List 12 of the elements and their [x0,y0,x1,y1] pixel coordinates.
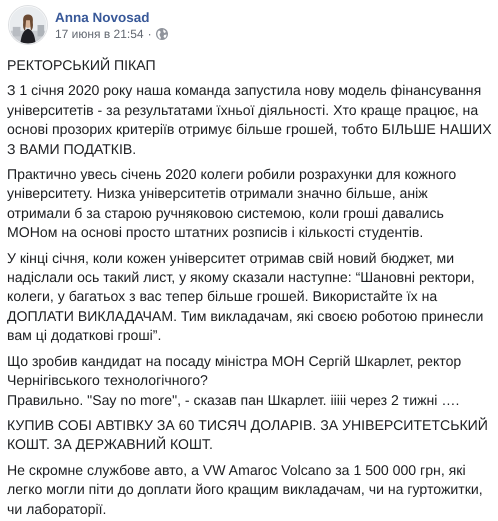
post-text: Правильно. "Say no more", - сказав пан Шкарлет. ііііі через 2 тижні …. [7,390,460,410]
post-text: РЕКТОРСЬКИЙ ПІКАП [7,56,157,75]
post-text: У кінці січня, коли кожен університет отримав свій новий бюджет, ми надіслали ось такий лист, у якому сказали наступне: “Шановні ректори, колеги, у багатьох з вас тепер більше грошей. Використайте їх на ДОПЛАТИ ВИКЛАДАЧАМ. Тим викладачам, які своєю роботою принесли вам ці додаткові гроші”. [7,248,484,346]
post-text: Що зробив кандидат на посаду міністра МОН Сергій Шкарлет, ректор Чернігівського технологічного? [7,352,462,390]
post-text: КУПИВ СОБІ АВТІВКУ ЗА 60 ТИСЯЧ ДОЛАРІВ. ЗА УНІВЕРСИТЕТСЬКИЙ КОШТ. ЗА ДЕРЖАВНИЙ КОШТ. [7,416,489,454]
separator-dot: · [148,27,152,41]
post-timestamp[interactable]: 17 июня в 21:54 [55,27,144,41]
post-text: Практично увесь січень 2020 колеги робили розрахунки для кожного університету. Низка університетів отримали значно більше, аніж отримали б за старою ручняковою системою, коли гроші давались МОНом на основі просто штатних розписів і кількості студентів. [7,165,458,242]
post-text: Не скромне службове авто, а VW Amaroc Volcano за 1 500 000 грн, які легко могли піти до доплати його кращим викладачам, чи на гуртожитки, чи лабораторії. [7,460,484,519]
author-name[interactable]: Anna Novosad [55,10,168,25]
globe-icon[interactable] [156,28,168,40]
post-text: З 1 січня 2020 року наша команда запустила нову модель фінансування університетів - за результатами їхньої діяльності. Хто краще працює, на основі прозорих критеріїв отримує більше грошей, тобто БІЛЬШЕ НАШИХ З ВАМИ ПОДАТКІВ. [7,81,493,159]
